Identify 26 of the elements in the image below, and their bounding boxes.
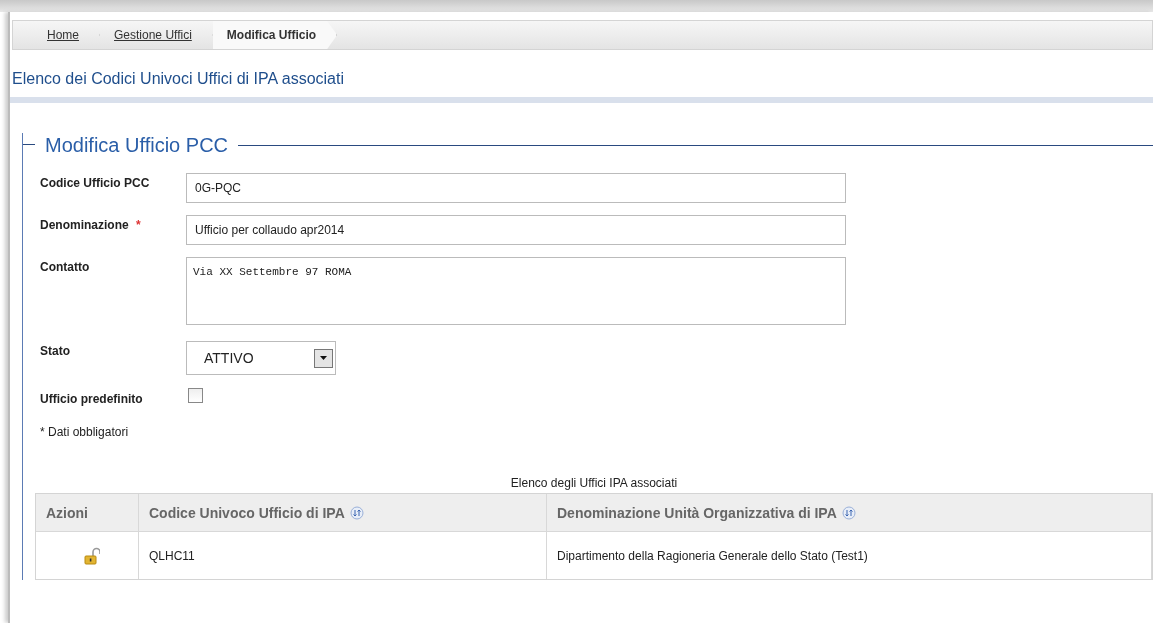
- sort-icon[interactable]: [349, 505, 364, 520]
- sort-icon[interactable]: [841, 505, 856, 520]
- field-label: Contatto: [40, 260, 90, 274]
- column-header[interactable]: Codice Univoco Ufficio di IPA: [139, 494, 547, 532]
- status-dropdown[interactable]: ATTIVO: [186, 341, 336, 375]
- table-cell: Dipartimento della Ragioneria Generale dello Stato (Test1): [547, 532, 1152, 579]
- field-label: Denominazione *: [40, 218, 141, 232]
- field-label: Stato: [40, 344, 70, 358]
- breadcrumb-link[interactable]: Gestione Uffici: [100, 21, 213, 49]
- page-title: Elenco dei Codici Univoci Uffici di IPA associati: [12, 70, 345, 88]
- field-label: Ufficio predefinito: [40, 392, 143, 406]
- breadcrumb-link[interactable]: Home: [13, 21, 100, 49]
- table-caption: Elenco degli Uffici IPA associati: [509, 476, 679, 490]
- text-field[interactable]: 0G-PQC: [186, 173, 846, 203]
- checkbox[interactable]: [188, 388, 203, 403]
- table-cell: QLHC11: [139, 532, 547, 579]
- text-area[interactable]: Via XX Settembre 97 ROMA: [186, 257, 846, 325]
- field-label: Codice Ufficio PCC: [40, 176, 150, 190]
- breadcrumb-link[interactable]: Modifica Ufficio: [212, 21, 338, 49]
- required-note: * Dati obbligatori: [40, 425, 130, 439]
- caret-icon: [320, 356, 327, 360]
- text-field[interactable]: Ufficio per collaudo apr2014: [186, 215, 846, 245]
- open-padlock-icon[interactable]: [84, 546, 100, 565]
- column-header[interactable]: Denominazione Unità Organizzativa di IPA: [547, 494, 1152, 532]
- column-header: Azioni: [36, 494, 139, 532]
- form-legend: Modifica Ufficio PCC: [23, 133, 229, 157]
